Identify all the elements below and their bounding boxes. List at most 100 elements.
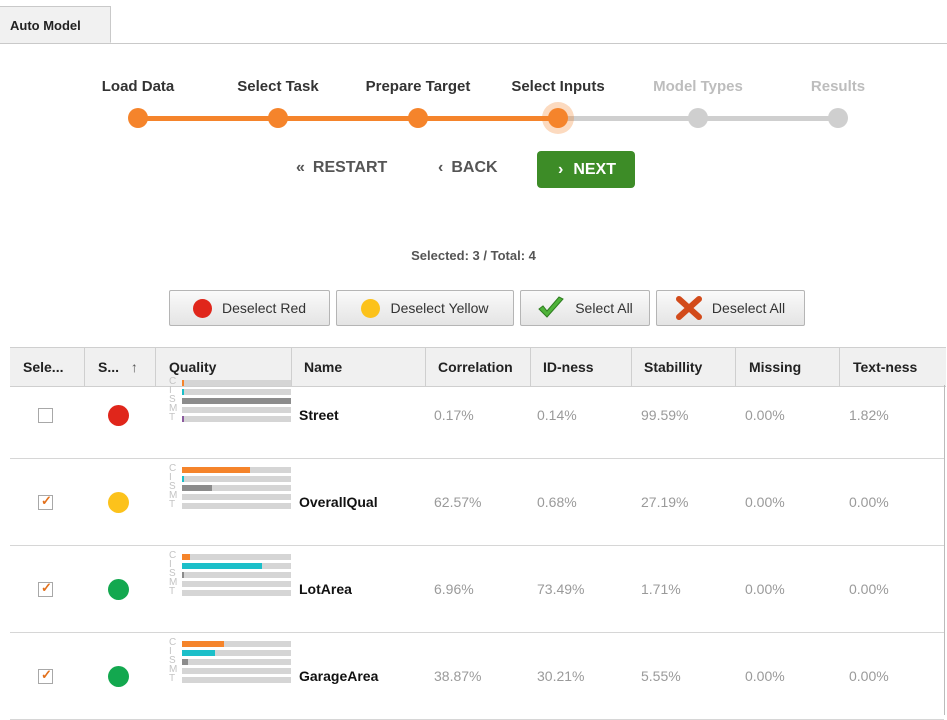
deselect-all-button[interactable]: Deselect All xyxy=(656,290,805,326)
step-dot-0[interactable] xyxy=(128,108,148,128)
row-textness: 0.00% xyxy=(849,668,889,684)
back-button[interactable]: ‹ BACK xyxy=(438,159,498,177)
step-label-0: Load Data xyxy=(101,78,175,95)
quality-bar-fill xyxy=(182,641,224,647)
table-row[interactable]: ✓ C I S M T GarageArea 38.87% 30.21% 5.55% 0.00% 0.… xyxy=(10,632,944,720)
quality-bar-track xyxy=(182,668,291,674)
step-dot-2[interactable] xyxy=(408,108,428,128)
quality-line-c: C xyxy=(169,464,291,475)
double-chevron-left-icon: « xyxy=(296,159,305,176)
check-icon: ✓ xyxy=(41,580,52,595)
tab-bar: Auto Model xyxy=(0,0,947,44)
quality-line-s: S xyxy=(169,569,291,580)
step-dot-4 xyxy=(688,108,708,128)
row-idness: 30.21% xyxy=(537,668,585,684)
restart-label: RESTART xyxy=(312,159,388,176)
tab-auto-model[interactable]: Auto Model xyxy=(0,6,111,43)
quality-line-m: M xyxy=(169,578,291,589)
header-textness[interactable]: Text-ness xyxy=(840,348,946,386)
quality-bar-track xyxy=(182,659,291,665)
quality-line-t: T xyxy=(169,674,291,685)
row-checkbox[interactable]: ✓ xyxy=(38,580,53,597)
quality-line-t: T xyxy=(169,499,291,511)
row-stability: 5.55% xyxy=(641,668,681,684)
quality-bar-fill xyxy=(182,659,188,665)
row-name: LotArea xyxy=(299,581,352,597)
quality-bars: CISMT xyxy=(169,638,291,685)
step-dot-1[interactable] xyxy=(268,108,288,128)
sort-ascending-icon: ↑ xyxy=(130,359,138,375)
table-row[interactable]: C I S M T Street 0.17% 0.14% 99.59% 0.00% 1.82% xyxy=(10,377,944,459)
quality-line-i: I xyxy=(169,473,291,484)
table-row[interactable]: ✓ C I S M T LotArea 6.96% 73.49% 1.71% 0.00% 0.00% xyxy=(10,545,944,633)
header-name[interactable]: Name xyxy=(292,348,426,386)
row-checkbox[interactable] xyxy=(38,408,53,423)
quality-line-s: S xyxy=(169,656,291,667)
table-row[interactable]: ✓ C I S M T OverallQual 62.57% 0.68% 27.19% 0.00% 0… xyxy=(10,458,944,546)
quality-bar-fill xyxy=(182,398,291,404)
quality-bar-track xyxy=(182,572,291,578)
quality-bar-track xyxy=(182,503,291,509)
step-dot-3[interactable] xyxy=(548,108,568,128)
row-stability: 27.19% xyxy=(641,494,689,510)
quality-bar-fill xyxy=(182,485,212,491)
quality-line-m: M xyxy=(169,491,291,502)
quality-letter: T xyxy=(169,499,176,510)
row-correlation: 38.87% xyxy=(434,668,482,684)
select-all-button[interactable]: Select All xyxy=(520,290,650,326)
status-green-icon xyxy=(108,666,129,687)
quality-bar-fill xyxy=(182,389,184,395)
quality-bar-track xyxy=(182,380,291,386)
quality-bar-track xyxy=(182,581,291,587)
quality-bar-track xyxy=(182,554,291,560)
yellow-circle-icon xyxy=(361,298,381,318)
next-label: NEXT xyxy=(573,161,616,178)
step-label-3: Select Inputs xyxy=(511,78,605,95)
row-stability: 1.71% xyxy=(641,581,681,597)
header-correlation[interactable]: Correlation xyxy=(426,348,531,386)
quality-bar-track xyxy=(182,650,291,656)
quality-line-s: S xyxy=(169,482,291,493)
row-missing: 0.00% xyxy=(745,407,785,423)
row-missing: 0.00% xyxy=(745,668,785,684)
quality-line-m: M xyxy=(169,665,291,676)
header-status[interactable]: S... ↑ xyxy=(85,348,156,386)
table-right-border xyxy=(944,385,945,715)
quality-bar-track xyxy=(182,590,291,596)
row-idness: 0.14% xyxy=(537,407,577,423)
row-missing: 0.00% xyxy=(745,581,785,597)
row-textness: 1.82% xyxy=(849,407,889,423)
header-selected[interactable]: Sele... xyxy=(10,348,85,386)
deselect-yellow-label: Deselect Yellow xyxy=(390,300,489,316)
check-icon: ✓ xyxy=(41,493,52,508)
selection-count: Selected: 3 / Total: 4 xyxy=(411,248,536,263)
header-missing[interactable]: Missing xyxy=(736,348,840,386)
restart-button[interactable]: « RESTART xyxy=(296,159,387,177)
quality-line-i: I xyxy=(169,560,291,571)
quality-line-c: C xyxy=(169,377,291,388)
deselect-red-label: Deselect Red xyxy=(221,300,307,316)
status-red-icon xyxy=(108,405,129,426)
quality-bar-track xyxy=(182,563,291,569)
deselect-all-label: Deselect All xyxy=(711,300,786,316)
row-checkbox[interactable]: ✓ xyxy=(38,493,53,510)
row-name: OverallQual xyxy=(299,494,378,510)
row-checkbox[interactable]: ✓ xyxy=(38,667,53,684)
deselect-red-button[interactable]: Deselect Red xyxy=(169,290,330,326)
stepper-track-completed xyxy=(138,116,558,121)
header-stability[interactable]: Stabillity xyxy=(632,348,736,386)
step-dot-5 xyxy=(828,108,848,128)
quality-bar-track xyxy=(182,476,291,482)
header-idness[interactable]: ID-ness xyxy=(531,348,632,386)
quality-letter: T xyxy=(169,412,176,423)
quality-line-i: I xyxy=(169,386,291,397)
quality-bar-track xyxy=(182,677,291,683)
table-header: Sele... S... ↑ Quality Name Correlation … xyxy=(10,347,946,387)
deselect-yellow-button[interactable]: Deselect Yellow xyxy=(336,290,514,326)
row-correlation: 6.96% xyxy=(434,581,474,597)
quality-bar-track xyxy=(182,641,291,647)
quality-line-c: C xyxy=(169,551,291,562)
quality-bar-fill xyxy=(182,650,215,656)
status-yellow-icon xyxy=(108,492,129,513)
next-button[interactable]: › NEXT xyxy=(537,151,635,188)
